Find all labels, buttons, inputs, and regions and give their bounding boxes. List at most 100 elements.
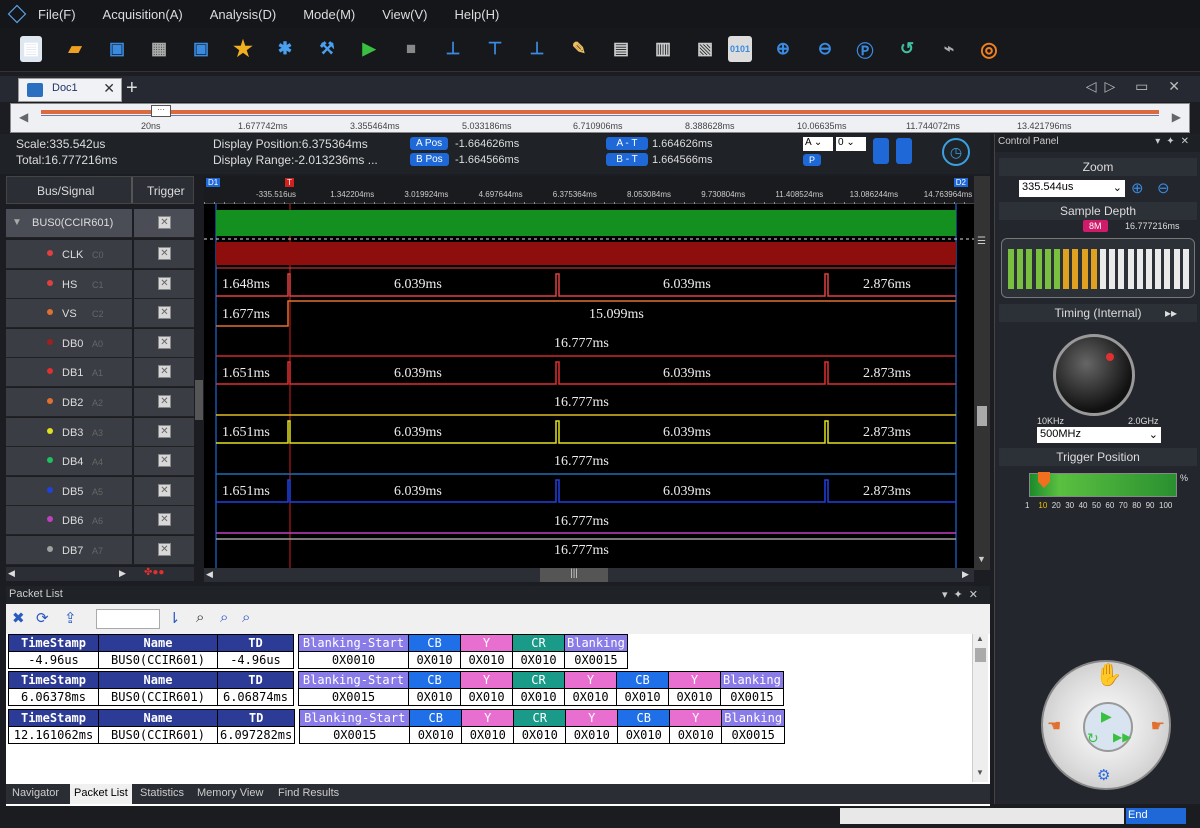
- packet-row[interactable]: TimeStamp Name TD Blanking-Start CB Y CR Blanki…: [8, 634, 628, 669]
- cp-zoom-in-icon[interactable]: ⊕: [1131, 179, 1144, 197]
- signal-row[interactable]: DB7 A7 ✕: [6, 536, 194, 565]
- trigger-checkbox[interactable]: ✕: [158, 395, 171, 408]
- trigger-position-handle[interactable]: [1038, 472, 1050, 488]
- signal-row[interactable]: DB5 A5 ✕: [6, 476, 194, 506]
- waveform-area[interactable]: D1 T D2 -335.516us 1.342204ms 3.019924ms 4.…: [204, 176, 974, 570]
- scroll-down-icon[interactable]: ▼: [977, 554, 986, 564]
- overview-bar[interactable]: ··· ◀ ▶ 20ns 1.677742ms 3.355464ms 5.033…: [10, 103, 1190, 133]
- menu-analysis[interactable]: Analysis(D): [210, 7, 276, 22]
- export-icon[interactable]: ▤: [608, 36, 634, 62]
- probe-icon[interactable]: ⌁: [936, 36, 962, 62]
- add-tab-icon[interactable]: +: [126, 77, 138, 100]
- tab-packet-list[interactable]: Packet List: [70, 784, 132, 804]
- zoom-out-icon[interactable]: ⊖: [812, 36, 838, 62]
- menu-view[interactable]: View(V): [382, 7, 427, 22]
- signal-scrollbar[interactable]: ◀ ▶ ✤●●: [6, 567, 194, 581]
- overview-right-arrow-icon[interactable]: ▶: [1172, 110, 1181, 124]
- trigger-checkbox[interactable]: ✕: [158, 483, 171, 497]
- trigger-position-slider[interactable]: [1029, 472, 1177, 497]
- splitter-handle[interactable]: [195, 380, 203, 420]
- tools-icon[interactable]: ⚒: [314, 36, 340, 62]
- trigger-checkbox[interactable]: ✕: [158, 276, 171, 290]
- tab-find-results[interactable]: Find Results: [278, 787, 339, 799]
- binary-icon[interactable]: 0101: [728, 36, 752, 62]
- packet-search-input[interactable]: [96, 609, 160, 629]
- d1-marker[interactable]: D1: [206, 178, 221, 187]
- overview-left-arrow-icon[interactable]: ◀: [19, 110, 28, 124]
- signal-row[interactable]: VS C2 ✕: [6, 299, 194, 329]
- sample-depth-meter[interactable]: [1001, 238, 1195, 298]
- tab-statistics[interactable]: Statistics: [140, 787, 184, 799]
- packet-row[interactable]: TimeStamp Name TD Blanking-Start CB Y CR Y CB Y Bl…: [8, 671, 784, 706]
- star-icon[interactable]: ★: [230, 36, 256, 62]
- trigger-checkbox[interactable]: ✕: [158, 424, 171, 438]
- zoom-fit-icon[interactable]: Ⓟ: [852, 36, 878, 62]
- d2-marker[interactable]: D2: [953, 178, 968, 187]
- waveform-hscroll[interactable]: ◀ ||| ▶: [204, 568, 974, 582]
- open-icon[interactable]: ▰: [62, 36, 88, 62]
- signal-row[interactable]: DB4 A4 ✕: [6, 447, 194, 477]
- wave-scroll-thumb[interactable]: |||: [540, 568, 608, 582]
- packet-panel-controls-icon[interactable]: ▾✦✕: [942, 588, 984, 601]
- cp-zoom-out-icon[interactable]: ⊖: [1157, 179, 1170, 197]
- collapse-icon[interactable]: ▼: [12, 217, 22, 228]
- compare-icon[interactable]: ▧: [692, 36, 718, 62]
- trigger-checkbox[interactable]: ✕: [158, 513, 171, 527]
- menu-mode[interactable]: Mode(M): [303, 7, 355, 22]
- doc-tab[interactable]: Doc1 ✕: [18, 78, 122, 102]
- marker-button[interactable]: [873, 138, 889, 164]
- waveform-vscroll[interactable]: ☰ ▼: [974, 176, 990, 570]
- panel-controls-icon[interactable]: ▾✦✕: [1155, 136, 1195, 147]
- flashlight-icon[interactable]: ✎: [566, 36, 592, 62]
- decode-icon[interactable]: ▥: [650, 36, 676, 62]
- signal-tools-icon[interactable]: ✤●●: [144, 567, 164, 578]
- scroll-right-icon[interactable]: ▶: [119, 568, 126, 579]
- hand-icon[interactable]: ✋: [1095, 662, 1122, 688]
- help-ring-icon[interactable]: ◎: [976, 36, 1002, 62]
- packet-vscroll[interactable]: ▲ ▼: [972, 634, 988, 782]
- sort-icon[interactable]: ⇂: [168, 609, 181, 627]
- export-packets-icon[interactable]: ⇪: [64, 609, 77, 627]
- clock-icon[interactable]: ◷: [942, 138, 970, 166]
- dial-run-icon[interactable]: ▶: [1101, 708, 1112, 725]
- menu-acquisition[interactable]: Acquisition(A): [103, 7, 183, 22]
- menu-file[interactable]: File(F): [38, 7, 76, 22]
- sample-rate-knob[interactable]: [1053, 334, 1135, 416]
- cursor-c-icon[interactable]: ⊥: [524, 36, 550, 62]
- signal-row[interactable]: DB3 A3 ✕: [6, 417, 194, 447]
- cursor-a-icon[interactable]: ⊥: [440, 36, 466, 62]
- channel-select-a[interactable]: A ⌄: [803, 137, 833, 151]
- signal-row[interactable]: HS C1 ✕: [6, 269, 194, 299]
- control-dial[interactable]: ✋ ▶ ↻ ▶▶ ☚ ☛ ⚙: [1041, 660, 1171, 790]
- save-icon[interactable]: ▣: [104, 36, 130, 62]
- signal-row[interactable]: DB1 A1 ✕: [6, 358, 194, 388]
- print-icon[interactable]: ▦: [146, 36, 172, 62]
- channel-select-b[interactable]: 0 ⌄: [836, 137, 866, 151]
- new-icon[interactable]: ▤: [20, 36, 42, 62]
- flag-button[interactable]: [896, 138, 912, 164]
- trigger-checkbox[interactable]: ✕: [158, 216, 171, 229]
- trigger-marker[interactable]: T: [285, 178, 294, 187]
- clear-icon[interactable]: ✖: [12, 609, 25, 627]
- dial-fast-icon[interactable]: ▶▶: [1113, 730, 1131, 744]
- trigger-checkbox[interactable]: ✕: [158, 306, 171, 320]
- refresh-icon[interactable]: ↺: [894, 36, 920, 62]
- scroll-left-icon[interactable]: ◀: [8, 568, 15, 579]
- trigger-checkbox[interactable]: ✕: [158, 543, 171, 556]
- reload-icon[interactable]: ⟳: [36, 609, 49, 627]
- signal-row[interactable]: DB2 A2 ✕: [6, 388, 194, 417]
- signal-row[interactable]: DB0 A0 ✕: [6, 328, 194, 358]
- window-controls[interactable]: ◁▷ ▭ ✕: [1086, 78, 1188, 95]
- overview-thumb[interactable]: ···: [151, 105, 171, 117]
- wave-scroll-right-icon[interactable]: ▶: [962, 569, 969, 580]
- find-icon[interactable]: ⌕: [196, 609, 204, 626]
- trigger-checkbox[interactable]: ✕: [158, 365, 171, 379]
- trigger-checkbox[interactable]: ✕: [158, 335, 171, 349]
- find-prev-icon[interactable]: ⌕: [220, 609, 228, 626]
- dial-left-icon[interactable]: ☚: [1047, 716, 1061, 736]
- wizard-icon[interactable]: ✱: [272, 36, 298, 62]
- bus-row[interactable]: ▼ BUS0(CCIR601) ✕: [6, 209, 194, 238]
- zoom-select[interactable]: 335.544us ⌄: [1019, 180, 1125, 197]
- trigger-checkbox[interactable]: ✕: [158, 247, 171, 260]
- save-settings-icon[interactable]: ▣: [188, 36, 214, 62]
